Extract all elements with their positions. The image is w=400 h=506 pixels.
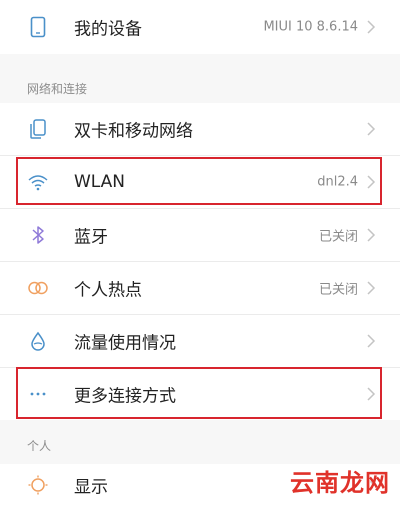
data-usage-label: 流量使用情况: [74, 333, 176, 354]
hotspot-label: 个人热点: [74, 280, 142, 301]
miui-version-value: MIUI 10 8.6.14: [263, 19, 358, 35]
sim-mobile-network-label: 双卡和移动网络: [74, 121, 193, 142]
personal-section-header: 个人: [27, 439, 52, 453]
more-connections-row[interactable]: 更多连接方式: [0, 368, 400, 420]
bluetooth-icon: [27, 224, 49, 246]
sim-mobile-network-row[interactable]: 双卡和移动网络: [0, 103, 400, 155]
hotspot-status-value: 已关闭: [318, 282, 358, 298]
wlan-row[interactable]: WLAN dnl2.4: [0, 156, 400, 208]
hotspot-icon: [27, 277, 49, 299]
display-label: 显示: [74, 477, 108, 498]
bluetooth-status-value: 已关闭: [318, 229, 358, 245]
settings-page: 我的设备 MIUI 10 8.6.14 网络和连接 双卡和移动网络 WLAN d…: [0, 0, 400, 506]
chevron-right-icon: [367, 20, 376, 34]
chevron-right-icon: [367, 228, 376, 242]
display-brightness-icon: [27, 474, 49, 496]
data-usage-icon: [27, 330, 49, 352]
watermark-logo: 云南龙网: [290, 469, 390, 497]
my-device-row[interactable]: 我的设备 MIUI 10 8.6.14: [0, 0, 400, 54]
my-device-label: 我的设备: [74, 19, 142, 40]
wlan-label: WLAN: [74, 172, 126, 192]
more-dots-icon: [27, 383, 49, 405]
network-section-header: 网络和连接: [27, 82, 88, 96]
chevron-right-icon: [367, 122, 376, 136]
wifi-icon: [27, 171, 49, 193]
chevron-right-icon: [367, 387, 376, 401]
wlan-network-value: dnl2.4: [317, 174, 358, 190]
chevron-right-icon: [367, 281, 376, 295]
data-usage-row[interactable]: 流量使用情况: [0, 315, 400, 367]
bluetooth-row[interactable]: 蓝牙 已关闭: [0, 209, 400, 261]
sim-cards-icon: [27, 118, 49, 140]
hotspot-row[interactable]: 个人热点 已关闭: [0, 262, 400, 314]
more-connections-label: 更多连接方式: [74, 386, 176, 407]
phone-icon: [27, 16, 49, 38]
chevron-right-icon: [367, 175, 376, 189]
bluetooth-label: 蓝牙: [74, 227, 108, 248]
chevron-right-icon: [367, 334, 376, 348]
